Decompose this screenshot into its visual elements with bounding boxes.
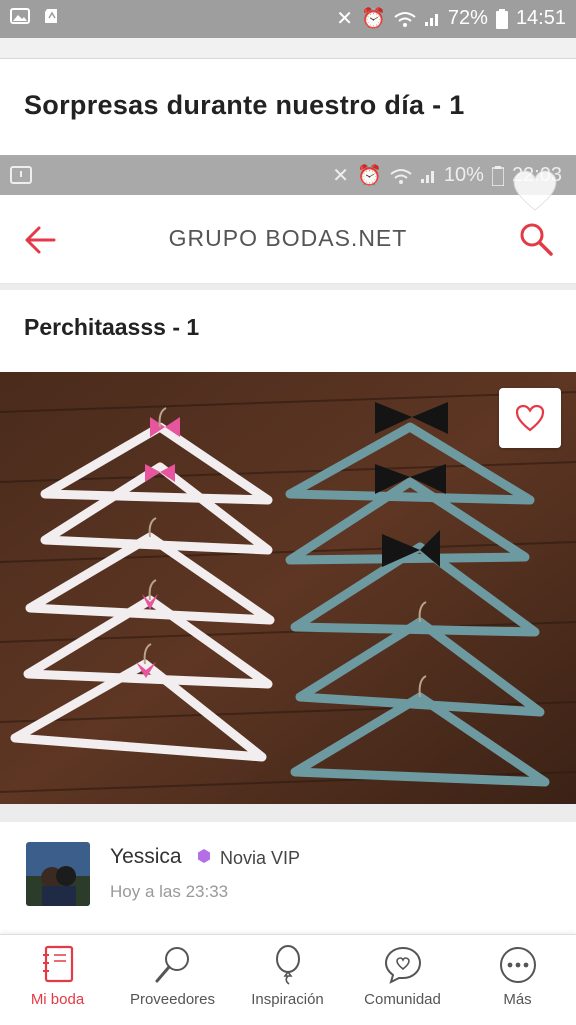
alarm-icon: ⏰ <box>357 165 382 187</box>
mute-icon: ✕ <box>336 8 353 30</box>
post-title-bar: Sorpresas durante nuestro día - 1 <box>0 60 576 155</box>
alarm-icon: ⏰ <box>361 8 386 30</box>
nav-label: Más <box>503 991 532 1008</box>
balloon-icon <box>275 945 300 985</box>
like-button[interactable] <box>499 388 561 448</box>
wifi-icon <box>394 11 416 27</box>
battery-icon <box>495 8 508 29</box>
nav-comunidad[interactable]: Comunidad <box>345 935 460 1025</box>
divider <box>0 804 576 822</box>
battery-percent: 72% <box>447 7 488 29</box>
vip-badge-label: Novia VIP <box>220 848 301 868</box>
nav-mas[interactable]: Más <box>460 935 575 1025</box>
clock: 14:51 <box>515 7 566 29</box>
divider <box>0 38 576 59</box>
status-bar-outer: ✕ ⏰ 72% 14:51 <box>0 0 576 38</box>
avatar[interactable] <box>26 842 90 906</box>
sd-card-icon <box>45 9 57 23</box>
post-title: Sorpresas durante nuestro día - 1 <box>24 90 465 120</box>
app-header: GRUPO BODAS.NET <box>0 195 576 284</box>
magnifier-icon <box>155 947 189 983</box>
more-dots-icon <box>499 947 536 983</box>
search-icon[interactable] <box>518 221 554 257</box>
mute-icon: ✕ <box>332 165 349 187</box>
wifi-icon <box>390 168 412 184</box>
nav-proveedores[interactable]: Proveedores <box>115 935 230 1025</box>
gallery-subtitle: Perchitaasss - 1 <box>24 314 200 340</box>
gallery-notification-icon <box>10 8 30 24</box>
chat-heart-icon <box>384 946 421 984</box>
nav-inspiracion[interactable]: Inspiración <box>230 935 345 1025</box>
screenshot-notification-icon <box>10 166 32 184</box>
signal-icon <box>424 13 438 26</box>
heart-outline-icon <box>515 404 545 432</box>
notebook-icon <box>42 945 73 983</box>
battery-icon <box>491 165 504 186</box>
nav-label: Inspiración <box>251 991 324 1008</box>
gallery-title-bar: Perchitaasss - 1 <box>0 290 576 372</box>
favorite-heart-icon[interactable] <box>512 170 558 212</box>
nav-label: Comunidad <box>364 991 441 1008</box>
vip-badge-icon <box>198 849 210 863</box>
nav-label: Mi boda <box>30 991 85 1008</box>
nav-mi-boda[interactable]: Mi boda <box>0 935 115 1025</box>
app-title: GRUPO BODAS.NET <box>168 225 408 251</box>
battery-percent: 10% <box>443 164 484 186</box>
comment-author[interactable]: Yessica <box>110 845 182 869</box>
bottom-navigation: Mi boda Proveedores Inspiración Comunida… <box>0 934 576 1025</box>
signal-icon <box>420 170 434 183</box>
comment-time: Hoy a las 23:33 <box>110 882 229 901</box>
nav-label: Proveedores <box>129 991 216 1008</box>
status-bar-inner: ✕ ⏰ 10% 22:03 <box>0 155 576 195</box>
hangers-photo[interactable] <box>0 372 576 804</box>
